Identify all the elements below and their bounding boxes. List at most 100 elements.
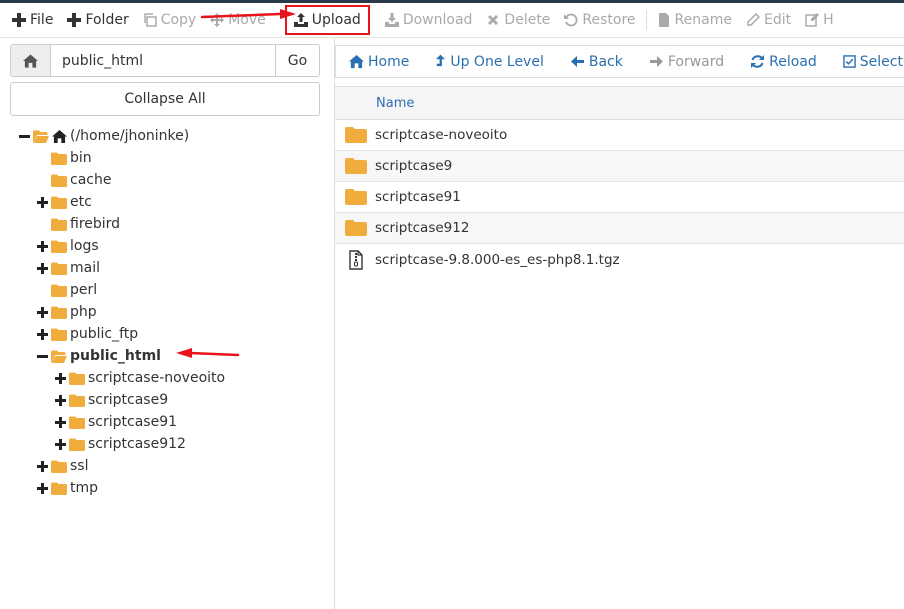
tree-toggle[interactable]	[54, 394, 66, 406]
tree-item-tmp[interactable]: tmp	[36, 477, 98, 499]
tree-item-label: scriptcase9	[88, 392, 169, 408]
home-icon	[349, 54, 364, 69]
folder-icon	[69, 394, 85, 407]
tree-toggle[interactable]	[54, 416, 66, 428]
folder-icon	[51, 240, 67, 253]
tree-toggle[interactable]	[36, 460, 48, 472]
select-all-button[interactable]: Select All	[830, 46, 904, 77]
reload-icon	[751, 55, 765, 68]
tree-root[interactable]: (/home/jhoninke)	[18, 125, 189, 147]
move-button[interactable]: Move	[203, 4, 273, 37]
file-row[interactable]: scriptcase9	[335, 151, 904, 182]
tree-toggle[interactable]	[36, 262, 48, 274]
left-panel: Go Collapse All (/home/jhoninke) bin cache…	[0, 38, 334, 609]
tree-item-cache[interactable]: cache	[36, 169, 111, 191]
tree-item-label: public_html	[70, 348, 161, 364]
tree-toggle[interactable]	[36, 328, 48, 340]
html-edit-icon	[805, 13, 820, 27]
forward-arrow-icon	[649, 56, 663, 67]
up-one-level-button[interactable]: Up One Level	[422, 46, 557, 77]
column-name-header[interactable]: Name	[376, 96, 414, 111]
folder-icon	[344, 127, 367, 143]
navigation-bar: Home Up One Level Back Forward Reload Se…	[335, 45, 904, 78]
restore-icon	[564, 13, 578, 27]
back-arrow-icon	[570, 56, 584, 67]
tree-toggle[interactable]	[36, 240, 48, 252]
file-row[interactable]: scriptcase-noveoito	[335, 120, 904, 151]
tree-item-public-ftp[interactable]: public_ftp	[36, 323, 138, 345]
back-button[interactable]: Back	[557, 46, 636, 77]
forward-button[interactable]: Forward	[636, 46, 737, 77]
tree-item-php[interactable]: php	[36, 301, 97, 323]
tree-item-public-html[interactable]: public_html	[36, 345, 161, 367]
tree-toggle[interactable]	[18, 130, 30, 142]
restore-button[interactable]: Restore	[557, 4, 642, 37]
tree-item-label: firebird	[70, 216, 121, 232]
tree-toggle[interactable]	[54, 438, 66, 450]
tree-item-scriptcase-noveoito[interactable]: scriptcase-noveoito	[54, 367, 225, 389]
expand-plus-icon	[36, 306, 48, 318]
go-button[interactable]: Go	[276, 44, 320, 77]
copy-label: Copy	[160, 12, 197, 28]
plus-icon	[67, 13, 82, 27]
upload-button[interactable]: Upload	[284, 5, 370, 35]
edit-icon	[747, 13, 760, 26]
copy-button[interactable]: Copy	[136, 4, 204, 37]
tree-item-scriptcase9[interactable]: scriptcase9	[54, 389, 168, 411]
edit-label: Edit	[763, 12, 792, 28]
collapse-all-button[interactable]: Collapse All	[10, 82, 320, 116]
tree-toggle[interactable]	[36, 196, 48, 208]
expand-plus-icon	[54, 438, 66, 450]
tree-item-label: etc	[70, 194, 92, 210]
folder-icon	[69, 438, 85, 451]
path-home-button[interactable]	[10, 44, 51, 77]
tree-item-bin[interactable]: bin	[36, 147, 92, 169]
collapse-minus-icon	[18, 134, 30, 138]
reload-button[interactable]: Reload	[737, 46, 830, 77]
restore-label: Restore	[582, 12, 636, 28]
delete-icon	[488, 15, 499, 25]
rename-button[interactable]: Rename	[650, 4, 739, 37]
delete-label: Delete	[504, 12, 551, 28]
tree-item-label: scriptcase91	[88, 414, 178, 430]
tree-item-label: scriptcase-noveoito	[88, 370, 226, 386]
rename-icon	[658, 13, 669, 27]
file-name: scriptcase91	[375, 189, 461, 205]
tree-item-firebird[interactable]: firebird	[36, 213, 120, 235]
new-file-button[interactable]: File	[0, 4, 60, 37]
folder-icon	[344, 220, 367, 236]
folder-open-icon	[51, 350, 67, 363]
folder-icon	[51, 482, 67, 495]
tree-root-label: (/home/jhoninke)	[70, 128, 190, 144]
tree-item-ssl[interactable]: ssl	[36, 455, 88, 477]
home-icon	[52, 129, 67, 143]
file-row[interactable]: scriptcase912	[335, 213, 904, 244]
tree-toggle[interactable]	[36, 350, 48, 362]
tree-item-label: ssl	[70, 458, 89, 474]
tree-item-etc[interactable]: etc	[36, 191, 92, 213]
tree-toggle[interactable]	[54, 372, 66, 384]
level-up-icon	[436, 54, 446, 67]
new-folder-button[interactable]: Folder	[60, 4, 135, 37]
folder-icon	[344, 189, 367, 205]
tree-item-scriptcase912[interactable]: scriptcase912	[54, 433, 186, 455]
nav-home-button[interactable]: Home	[336, 46, 422, 77]
folder-icon	[51, 218, 67, 231]
download-button[interactable]: Download	[378, 4, 480, 37]
tree-toggle[interactable]	[36, 482, 48, 494]
file-row[interactable]: scriptcase91	[335, 182, 904, 213]
tree-item-perl[interactable]: perl	[36, 279, 97, 301]
new-folder-label: Folder	[85, 12, 129, 28]
expand-plus-icon	[54, 372, 66, 384]
delete-button[interactable]: Delete	[479, 4, 557, 37]
tree-item-logs[interactable]: logs	[36, 235, 99, 257]
back-label: Back	[588, 53, 623, 70]
tree-toggle[interactable]	[36, 306, 48, 318]
forward-label: Forward	[667, 53, 725, 70]
edit-button[interactable]: Edit	[739, 4, 798, 37]
tree-item-scriptcase91[interactable]: scriptcase91	[54, 411, 177, 433]
path-input[interactable]	[51, 44, 276, 77]
html-edit-button[interactable]: H	[798, 4, 841, 37]
file-row[interactable]: scriptcase-9.8.000-es_es-php8.1.tgz	[335, 244, 904, 275]
tree-item-mail[interactable]: mail	[36, 257, 100, 279]
